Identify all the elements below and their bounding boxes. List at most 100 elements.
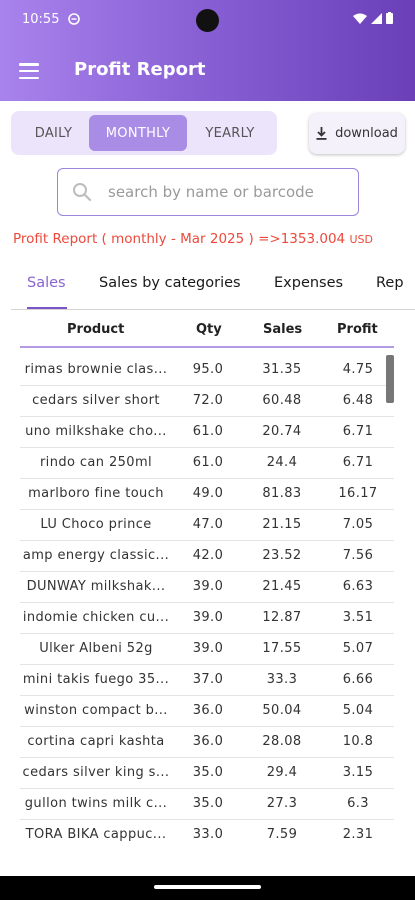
cell-product: amp energy classic... <box>22 548 170 563</box>
search-box <box>57 168 359 216</box>
cell-sales: 81.83 <box>262 486 302 501</box>
cell-product: winston compact b... <box>24 703 168 718</box>
cell-sales: 31.35 <box>262 362 302 377</box>
table-body[interactable]: rimas brownie clas... 95.0 31.35 4.75 cedars… <box>20 355 394 850</box>
tab-sales[interactable]: Sales <box>27 275 66 291</box>
period-selector: DAILY MONTHLY YEARLY <box>11 111 277 155</box>
cell-profit: 4.75 <box>342 362 374 377</box>
search-input[interactable] <box>108 180 348 204</box>
cell-sales: 20.74 <box>262 424 302 439</box>
report-currency: USD <box>349 233 373 246</box>
table-row[interactable]: rimas brownie clas... 95.0 31.35 4.75 <box>20 355 394 386</box>
header-product: Product <box>67 322 125 337</box>
menu-icon[interactable] <box>19 63 39 79</box>
table-row[interactable]: LU Choco prince 47.0 21.15 7.05 <box>20 510 394 541</box>
cell-profit: 6.66 <box>342 672 374 687</box>
report-summary: Profit Report ( monthly - Mar 2025 ) =>1… <box>13 231 373 247</box>
cell-profit: 16.17 <box>338 486 378 501</box>
table-row[interactable]: cedars silver short 72.0 60.48 6.48 <box>20 386 394 417</box>
cell-sales: 12.87 <box>262 610 302 625</box>
table-row[interactable]: marlboro fine touch 49.0 81.83 16.17 <box>20 479 394 510</box>
table-row[interactable]: cortina capri kashta 36.0 28.08 10.8 <box>20 727 394 758</box>
table-header: Product Qty Sales Profit <box>20 316 394 348</box>
cell-product: rindo can 250ml <box>39 455 153 470</box>
cell-sales: 60.48 <box>262 393 302 408</box>
report-total: 1353.004 <box>280 231 346 247</box>
header-qty: Qty <box>196 322 222 337</box>
table-row[interactable]: Ulker Albeni 52g 39.0 17.55 5.07 <box>20 634 394 665</box>
cell-product: mini takis fuego 35... <box>22 672 170 687</box>
table-row[interactable]: mini takis fuego 35... 37.0 33.3 6.66 <box>20 665 394 696</box>
cell-profit: 6.3 <box>347 796 369 811</box>
scrollbar[interactable] <box>386 355 394 403</box>
download-label: download <box>335 126 398 141</box>
cell-qty: 33.0 <box>192 827 224 842</box>
cell-qty: 47.0 <box>192 517 224 532</box>
front-camera <box>196 9 219 32</box>
report-tabs: Sales Sales by categories Expenses Rep <box>11 267 415 310</box>
cell-sales: 17.55 <box>262 641 302 656</box>
cell-profit: 3.51 <box>342 610 374 625</box>
cell-qty: 36.0 <box>192 734 224 749</box>
cell-qty: 95.0 <box>192 362 224 377</box>
cell-sales: 21.45 <box>262 579 302 594</box>
cell-profit: 7.56 <box>342 548 374 563</box>
cell-profit: 6.71 <box>342 424 374 439</box>
cell-qty: 35.0 <box>192 796 224 811</box>
table-row[interactable]: indomie chicken cu... 39.0 12.87 3.51 <box>20 603 394 634</box>
header-sales: Sales <box>263 322 303 337</box>
status-icons <box>353 12 393 24</box>
tab-sales-by-categories[interactable]: Sales by categories <box>99 275 241 291</box>
cell-qty: 39.0 <box>192 579 224 594</box>
tab-indicator <box>27 307 67 309</box>
status-time: 10:55 <box>22 12 60 27</box>
table-row[interactable]: gullon twins milk c... 35.0 27.3 6.3 <box>20 789 394 820</box>
table-row[interactable]: winston compact b... 36.0 50.04 5.04 <box>20 696 394 727</box>
battery-icon <box>386 12 393 24</box>
tab-reports[interactable]: Rep <box>376 275 404 291</box>
home-handle[interactable] <box>154 885 261 889</box>
cell-sales: 23.52 <box>262 548 302 563</box>
system-nav-bar <box>0 876 415 900</box>
shield-icon <box>68 13 80 25</box>
cell-product: indomie chicken cu... <box>22 610 170 625</box>
report-summary-text: Profit Report ( monthly - Mar 2025 ) => <box>13 231 281 247</box>
cell-product: uno milkshake cho... <box>25 424 167 439</box>
app-bar: 10:55 Profit Report <box>0 0 415 101</box>
table-row[interactable]: TORA BIKA cappuc... 33.0 7.59 2.31 <box>20 820 394 850</box>
cell-sales: 50.04 <box>262 703 302 718</box>
cell-sales: 7.59 <box>266 827 298 842</box>
cell-sales: 21.15 <box>262 517 302 532</box>
cell-product: DUNWAY milkshak... <box>26 579 166 594</box>
cell-profit: 6.71 <box>342 455 374 470</box>
cell-qty: 36.0 <box>192 703 224 718</box>
cell-qty: 39.0 <box>192 610 224 625</box>
table-row[interactable]: DUNWAY milkshak... 39.0 21.45 6.63 <box>20 572 394 603</box>
cell-product: rimas brownie clas... <box>24 362 168 377</box>
header-profit: Profit <box>337 322 378 337</box>
table-row[interactable]: uno milkshake cho... 61.0 20.74 6.71 <box>20 417 394 448</box>
cell-sales: 28.08 <box>262 734 302 749</box>
wifi-icon <box>353 13 367 24</box>
signal-icon <box>371 12 382 24</box>
table-row[interactable]: cedars silver king s... 35.0 29.4 3.15 <box>20 758 394 789</box>
period-yearly-button[interactable]: YEARLY <box>187 115 273 151</box>
cell-product: LU Choco prince <box>40 517 152 532</box>
period-monthly-button[interactable]: MONTHLY <box>89 115 187 151</box>
cell-qty: 61.0 <box>192 424 224 439</box>
cell-product: cedars silver king s... <box>22 765 170 780</box>
table-row[interactable]: rindo can 250ml 61.0 24.4 6.71 <box>20 448 394 479</box>
cell-sales: 27.3 <box>266 796 298 811</box>
cell-product: TORA BIKA cappuc... <box>25 827 167 842</box>
table-row[interactable]: amp energy classic... 42.0 23.52 7.56 <box>20 541 394 572</box>
tab-expenses[interactable]: Expenses <box>274 275 343 291</box>
cell-qty: 61.0 <box>192 455 224 470</box>
search-icon <box>73 183 92 202</box>
cell-profit: 2.31 <box>342 827 374 842</box>
cell-qty: 37.0 <box>192 672 224 687</box>
cell-profit: 5.04 <box>342 703 374 718</box>
page-title: Profit Report <box>74 59 206 80</box>
period-daily-button[interactable]: DAILY <box>15 115 92 151</box>
download-button[interactable]: download <box>309 113 405 154</box>
cell-profit: 5.07 <box>342 641 374 656</box>
